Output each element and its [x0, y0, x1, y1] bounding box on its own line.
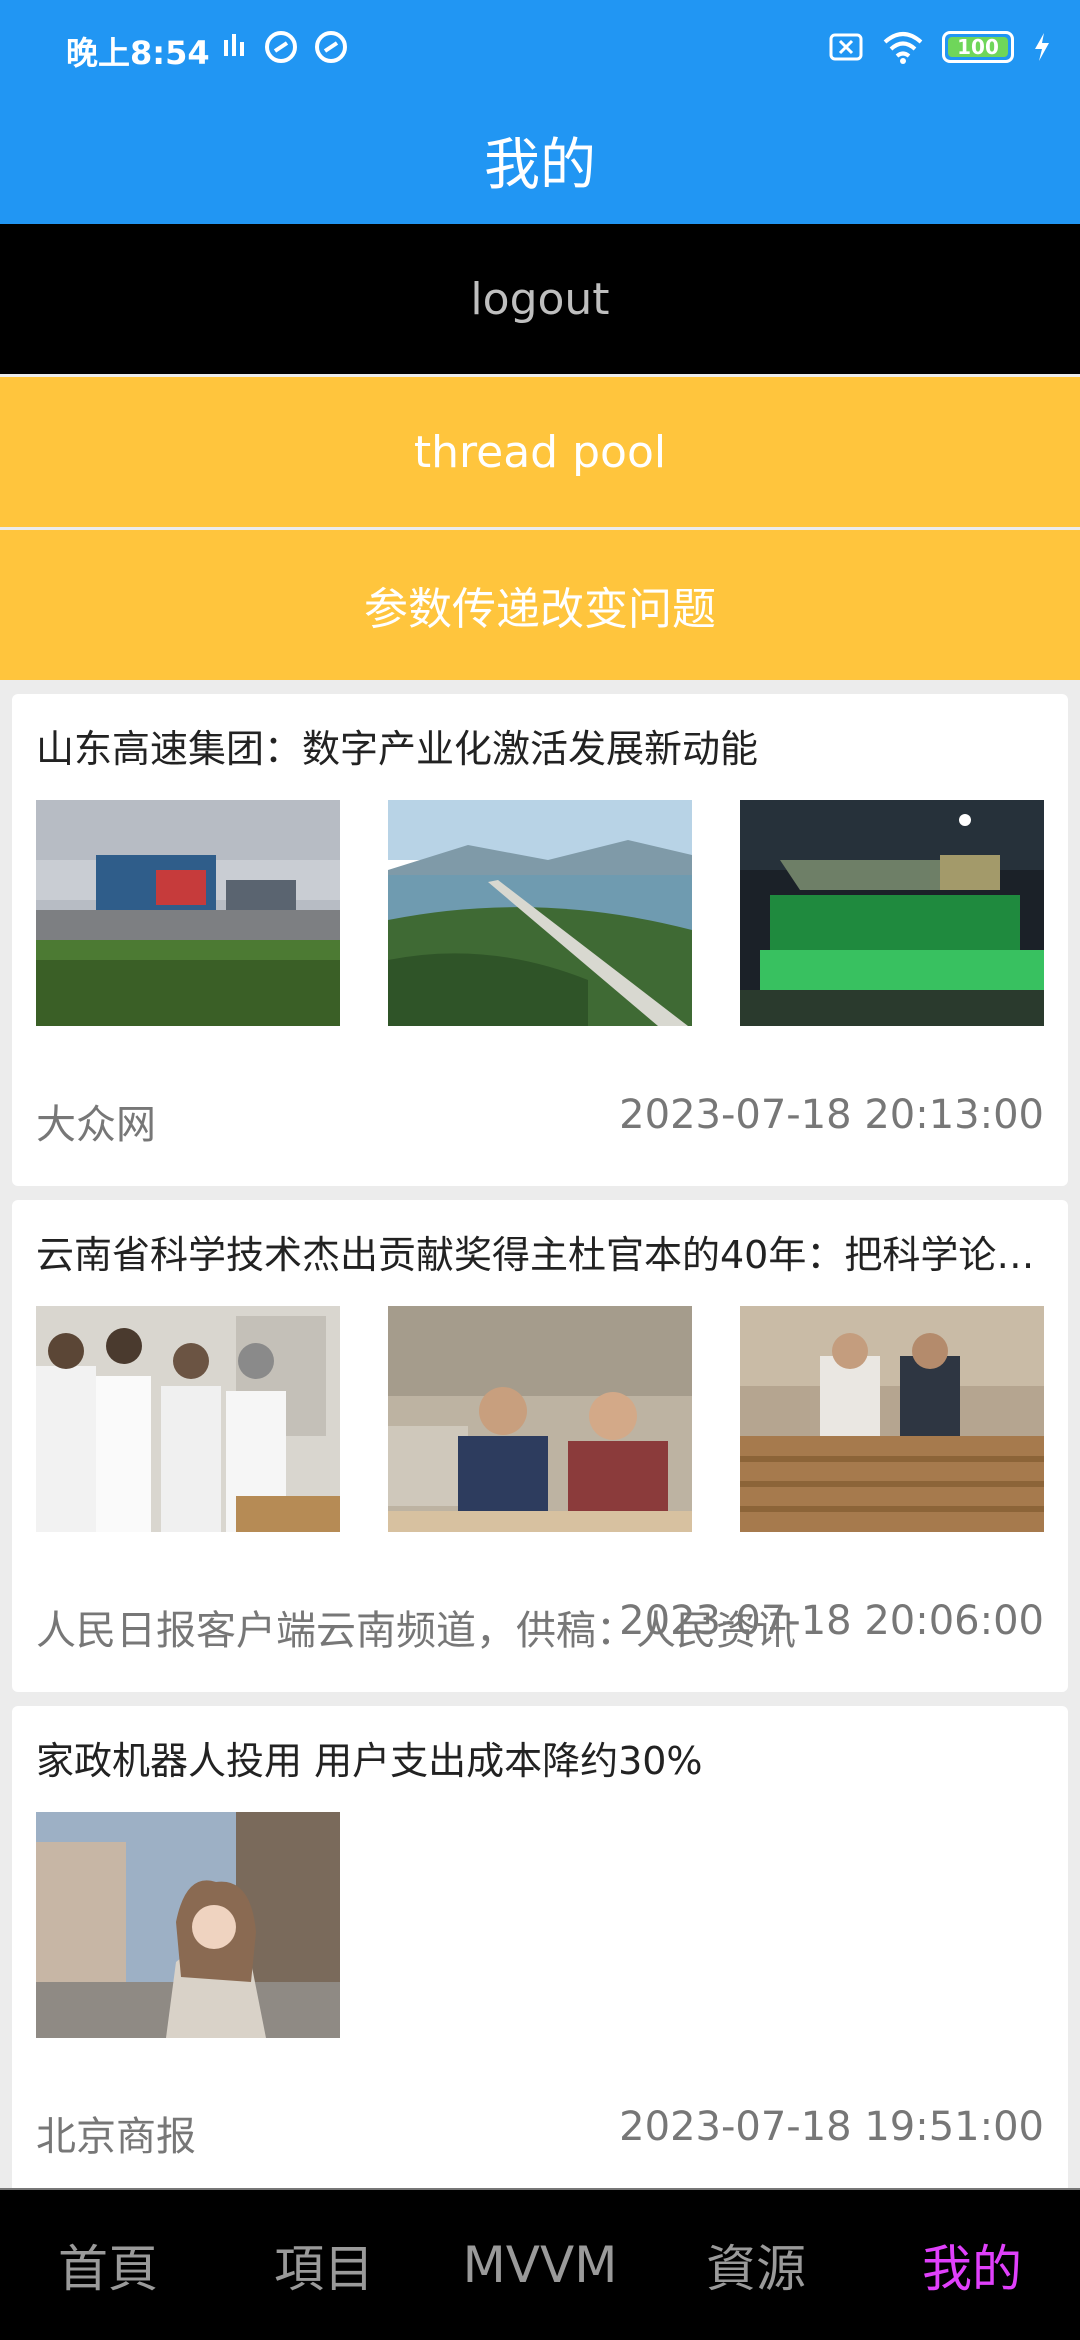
news-card[interactable]: 山东高速集团：数字产业化激活发展新动能 大众网 2023-07-18 20:13…: [12, 694, 1068, 1186]
page-title: 我的: [484, 132, 596, 198]
bottom-nav: 首頁 項目 MVVM 資源 我的: [0, 2188, 1080, 2340]
news-source: 大众网: [36, 1102, 156, 1148]
status-time: 晚上8:54: [66, 34, 210, 72]
vpn-icon: [315, 31, 347, 63]
status-bar: 晚上8:54 100: [0, 0, 1080, 96]
news-card[interactable]: 云南省科学技术杰出贡献奖得主杜官本的40年：把科学论文写在大地上: [12, 1200, 1068, 1692]
nav-item-projects[interactable]: 項目: [216, 2190, 432, 2340]
nav-item-mvvm[interactable]: MVVM: [432, 2190, 648, 2340]
news-title: 山东高速集团：数字产业化激活发展新动能: [36, 727, 759, 771]
battery-icon: 100: [942, 31, 1014, 63]
nav-item-mine[interactable]: 我的: [864, 2190, 1080, 2340]
photo-lab-visit: [36, 1306, 340, 1532]
photo-wood-boards: [740, 1306, 1044, 1532]
vpn-icon: [265, 31, 297, 63]
status-right-icons: 100: [828, 30, 1052, 64]
photo-roadside-facility: [36, 800, 340, 1026]
thread-pool-button[interactable]: thread pool: [0, 377, 1080, 527]
logout-button[interactable]: logout: [0, 224, 1080, 374]
news-list[interactable]: 山东高速集团：数字产业化激活发展新动能 大众网 2023-07-18 20:13…: [0, 680, 1080, 2188]
signal-activity-icon: [224, 34, 244, 56]
param-issue-button[interactable]: 参数传递改变问题: [0, 530, 1080, 680]
wifi-icon: [883, 32, 923, 64]
photo-toll-station-night: [740, 800, 1044, 1026]
photo-expressway-aerial: [388, 800, 692, 1026]
nav-item-resources[interactable]: 資源: [648, 2190, 864, 2340]
news-time: 2023-07-18 20:06:00: [619, 1598, 1044, 1644]
news-thumbnails: [36, 1306, 1044, 1532]
news-time: 2023-07-18 19:51:00: [619, 2104, 1044, 2150]
news-time: 2023-07-18 20:13:00: [619, 1092, 1044, 1138]
news-thumbnails: [36, 1812, 340, 2038]
news-title: 云南省科学技术杰出贡献奖得主杜官本的40年：把科学论文写在大地上: [36, 1233, 1046, 1277]
app-bar: 我的: [0, 96, 1080, 224]
news-card[interactable]: 家政机器人投用 用户支出成本降约30% 北京商报 2023-07-18 19:5…: [12, 1706, 1068, 2188]
photo-workshop-talk: [388, 1306, 692, 1532]
news-thumbnails: [36, 800, 1044, 1026]
photo-street-portrait: [36, 1812, 340, 2038]
no-sim-icon: [829, 33, 863, 61]
news-title: 家政机器人投用 用户支出成本降约30%: [36, 1739, 703, 1783]
news-source: 北京商报: [36, 2114, 196, 2160]
status-left-icons: [222, 30, 348, 64]
battery-level: 100: [957, 35, 999, 59]
nav-item-home[interactable]: 首頁: [0, 2190, 216, 2340]
charging-icon: [1035, 33, 1049, 61]
